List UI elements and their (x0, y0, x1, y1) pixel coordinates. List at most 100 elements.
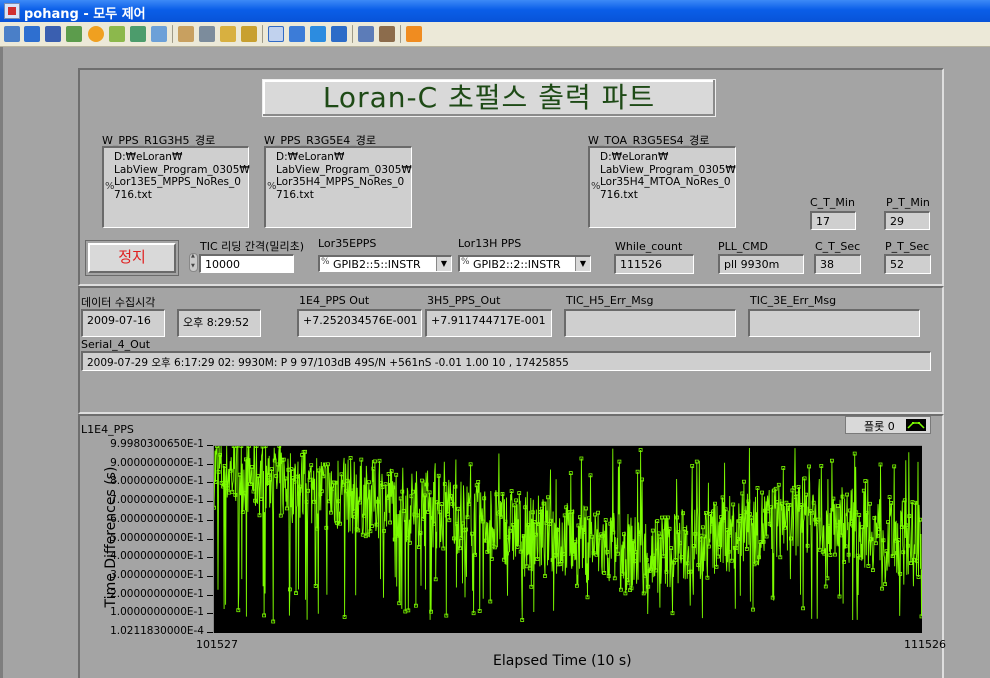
toolbar (0, 22, 990, 47)
p-t-min-value: 29 (884, 211, 930, 230)
plot-svg (212, 444, 924, 624)
tic-interval-input[interactable]: 10000 (199, 254, 294, 273)
monitor2-icon[interactable] (331, 26, 347, 42)
tic-3e-value (748, 309, 920, 337)
tic-interval-label: TIC 리딩 간격(밀리초) (200, 240, 305, 253)
y-tick-label: 4.0000000000E-1 (110, 550, 204, 563)
path2-field[interactable]: % D:₩eLoran₩ LabView_Program_0305₩ Lor35… (264, 146, 412, 228)
info-icon[interactable] (88, 26, 104, 42)
comment-icon[interactable] (151, 26, 167, 42)
toolbar-separator (262, 25, 263, 43)
plot-legend[interactable]: 플롯 0 (845, 416, 931, 434)
path3-line: Lor35H4_MTOA_NoRes_0 (600, 176, 731, 188)
pll-cmd-label: PLL_CMD (718, 240, 769, 253)
lor13-visa-select[interactable]: % GPIB2::2::INSTR ▼ (458, 255, 591, 272)
terminal-icon[interactable] (45, 26, 61, 42)
window-left-border (0, 47, 3, 678)
e4-pps-label: 1E4_PPS Out (299, 294, 370, 307)
p-t-sec-label: P_T_Sec (885, 240, 930, 253)
panel-icon[interactable] (24, 26, 40, 42)
frame-icon[interactable] (268, 26, 284, 42)
path2-line: 716.txt (276, 188, 314, 201)
path3-field[interactable]: % D:₩eLoran₩ LabView_Program_0305₩ Lor35… (588, 146, 736, 228)
pll-cmd-value: pll 9930m (718, 254, 804, 274)
tic-h5-value (564, 309, 736, 337)
network-icon[interactable] (199, 26, 215, 42)
lor35-visa-select[interactable]: % GPIB2::5::INSTR ▼ (318, 255, 452, 272)
path1-line: LabView_Program_0305₩ (114, 163, 250, 176)
path3-line: 716.txt (600, 188, 638, 201)
x-tick-end: 111526 (904, 638, 946, 651)
c-t-sec-label: C_T_Sec (815, 240, 861, 253)
p-t-sec-value: 52 (884, 254, 931, 274)
path-icon: % (105, 181, 115, 192)
toolbar-separator (352, 25, 353, 43)
y-tick-label: 1.0211830000E-4 (110, 625, 204, 637)
tic-interval-stepper[interactable] (189, 253, 198, 272)
fit-icon[interactable] (289, 26, 305, 42)
y-axis-label: Time Differences (s) (103, 466, 119, 608)
path2-line: Lor35H4_MPPS_NoRes_0 (276, 176, 405, 188)
x-axis-label: Elapsed Time (10 s) (493, 653, 632, 669)
plot-area[interactable] (212, 444, 924, 633)
h5-pps-label: 3H5_PPS_Out (427, 294, 501, 307)
e4-pps-value: +7.252034576E-001 (297, 309, 422, 337)
lor35-value: GPIB2::5::INSTR (333, 258, 421, 271)
path1-line: 716.txt (114, 188, 152, 201)
while-count-value: 111526 (614, 254, 694, 274)
window-icon[interactable] (4, 26, 20, 42)
c-t-sec-value: 38 (814, 254, 861, 274)
phone-icon[interactable] (130, 26, 146, 42)
toolbar-separator (172, 25, 173, 43)
y-tick-label: 6.0000000000E-1 (110, 512, 204, 525)
c-t-min-value: 17 (810, 211, 856, 230)
chevron-down-icon[interactable]: ▼ (436, 257, 451, 271)
path2-line: D:₩eLoran₩ (276, 151, 345, 163)
p-t-min-label: P_T_Min (886, 196, 930, 209)
connect-icon[interactable] (109, 26, 125, 42)
y-tick-label: 9.0000000000E-1 (110, 456, 204, 469)
path3-line: D:₩eLoran₩ (600, 151, 669, 163)
lor13-value: GPIB2::2::INSTR (473, 258, 561, 271)
h5-pps-value: +7.911744717E-001 (425, 309, 552, 337)
path2-line: LabView_Program_0305₩ (276, 163, 412, 176)
serial-label: Serial_4_Out (81, 338, 151, 351)
lock2-icon[interactable] (241, 26, 257, 42)
tic-h5-label: TIC_H5_Err_Msg (566, 294, 654, 307)
acq-date-value: 2009-07-16 (81, 309, 165, 337)
tic-3e-label: TIC_3E_Err_Msg (750, 294, 837, 307)
while-count-label: While_count (615, 240, 683, 253)
acq-time-label: 데이터 수집시각 (81, 296, 156, 309)
window-title: pohang - 모두 제어 (24, 7, 146, 22)
exit-icon[interactable] (406, 26, 422, 42)
x-tick-start: 101527 (196, 638, 238, 651)
grid-icon[interactable] (358, 26, 374, 42)
y-tick-label: 5.0000000000E-1 (110, 531, 204, 544)
c-t-min-label: C_T_Min (810, 196, 855, 209)
monitor-icon[interactable] (310, 26, 326, 42)
window-titlebar: pohang - 모두 제어 (0, 0, 990, 22)
visa-icon: % (321, 257, 330, 267)
visa-icon: % (461, 257, 470, 267)
chevron-down-icon[interactable]: ▼ (575, 257, 590, 271)
serial-value: 2009-07-29 오후 6:17:29 02: 9930M: P 9 97/… (81, 351, 931, 371)
stop-button[interactable]: 정지 (85, 240, 179, 276)
y-tick-label: 3.0000000000E-1 (110, 568, 204, 581)
path-icon: % (267, 181, 277, 192)
wrench-icon[interactable] (379, 26, 395, 42)
app-icon (4, 3, 20, 19)
y-tick-label: 2.0000000000E-1 (110, 587, 204, 600)
chart-label: L1E4_PPS (81, 423, 134, 436)
legend-label: 플롯 0 (864, 420, 895, 433)
user-up-icon[interactable] (178, 26, 194, 42)
legend-swatch (906, 419, 926, 431)
path1-field[interactable]: % D:₩eLoran₩ LabView_Program_0305₩ Lor13… (102, 146, 250, 228)
lock-icon[interactable] (220, 26, 236, 42)
path1-line: D:₩eLoran₩ (114, 151, 183, 163)
y-tick-label: 7.0000000000E-1 (110, 494, 204, 507)
lor13-label: Lor13H PPS (458, 237, 522, 250)
tools-icon[interactable] (66, 26, 82, 42)
path1-line: Lor13E5_MPPS_NoRes_0 (114, 176, 241, 188)
panel-title: Loran-C 초펄스 출력 파트 (262, 79, 716, 117)
path3-line: LabView_Program_0305₩ (600, 163, 736, 176)
